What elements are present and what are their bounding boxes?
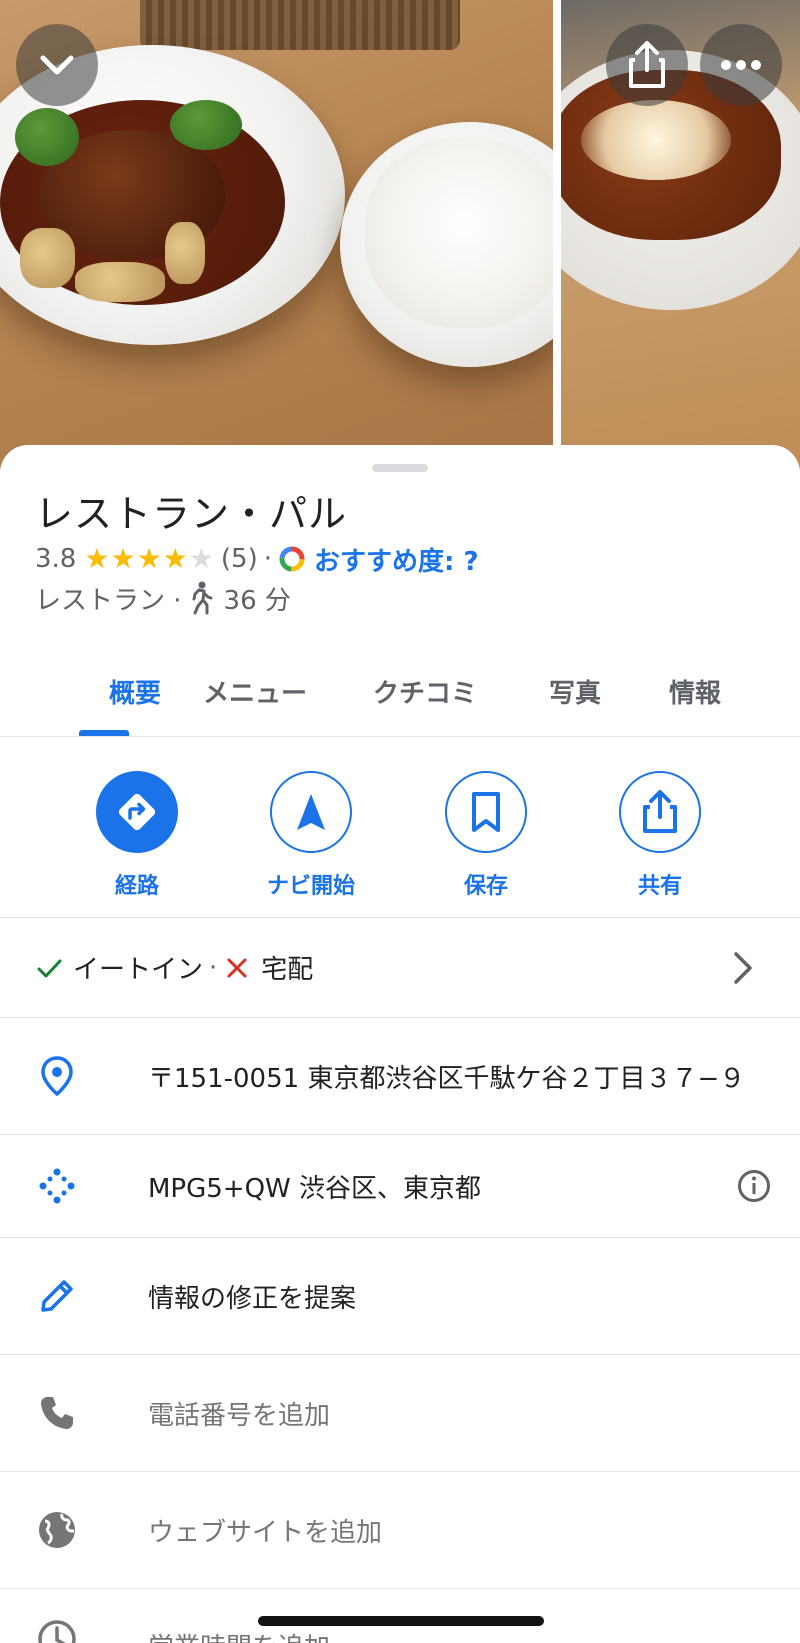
place-title: レストラン・パル xyxy=(35,492,348,536)
tab-bar: 概要 メニュー クチコミ 写真 情報 xyxy=(0,645,800,737)
plus-code-icon xyxy=(33,1162,81,1210)
recommend-score-link[interactable]: おすすめ度: ? xyxy=(314,541,479,578)
share-icon xyxy=(629,41,665,88)
save-label: 保存 xyxy=(463,874,508,899)
star-filled-icon: ★ xyxy=(136,542,162,575)
place-sheet: レストラン・パル 3.8 ★ ★ ★ ★ ★ (5) · おすすめ度: ? レストラン … xyxy=(0,445,800,1643)
start-navigation-button-circle[interactable] xyxy=(270,771,352,853)
home-indicator[interactable] xyxy=(258,1616,544,1626)
more-horizontal-icon xyxy=(721,60,761,70)
directions-label: 経路 xyxy=(114,874,159,899)
drag-handle[interactable] xyxy=(372,464,428,472)
address-row[interactable]: 〒151-0051 東京都渋谷区千駄ケ谷２丁目３７−９ xyxy=(0,1018,800,1135)
delivery-label: 宅配 xyxy=(261,955,314,985)
location-pin-icon xyxy=(33,1052,81,1100)
potato-image-detail xyxy=(165,222,205,284)
star-filled-icon: ★ xyxy=(110,542,136,575)
add-phone-text: 電話番号を追加 xyxy=(148,1400,331,1431)
directions-button[interactable]: 経路 xyxy=(52,738,222,918)
save-button-circle[interactable] xyxy=(445,771,527,853)
share-place-button[interactable]: 共有 xyxy=(575,738,745,918)
add-phone-row[interactable]: 電話番号を追加 xyxy=(0,1355,800,1472)
bookmark-icon xyxy=(472,792,500,832)
basket-image-detail xyxy=(140,0,460,50)
rating-row[interactable]: 3.8 ★ ★ ★ ★ ★ (5) · おすすめ度: ? xyxy=(35,539,479,579)
info-icon[interactable] xyxy=(736,1168,772,1204)
share-label: 共有 xyxy=(637,874,682,899)
separator: · xyxy=(263,544,273,574)
check-icon xyxy=(37,959,62,977)
photo-divider xyxy=(553,0,561,470)
navigation-arrow-icon xyxy=(297,794,325,830)
star-filled-icon: ★ xyxy=(162,542,188,575)
directions-icon xyxy=(118,793,156,831)
suggest-edit-text: 情報の修正を提案 xyxy=(148,1283,357,1314)
tab-overview[interactable]: 概要 xyxy=(60,645,210,737)
phone-icon xyxy=(33,1389,81,1437)
rating-value: 3.8 xyxy=(35,544,77,574)
walking-icon xyxy=(192,581,213,615)
broccoli-image-detail xyxy=(15,108,79,166)
cheese-sauce-image-detail xyxy=(581,100,731,180)
photo-carousel[interactable] xyxy=(0,0,800,470)
add-website-row[interactable]: ウェブサイトを追加 xyxy=(0,1472,800,1589)
service-options: イートイン · 宅配 xyxy=(35,949,313,986)
clock-icon xyxy=(33,1615,81,1643)
potato-image-detail xyxy=(20,228,75,288)
google-logo-icon xyxy=(279,546,305,572)
tab-reviews[interactable]: クチコミ xyxy=(360,645,490,737)
action-buttons: 経路 ナビ開始 保存 共有 xyxy=(0,738,800,918)
save-button[interactable]: 保存 xyxy=(401,738,571,918)
address-text: 〒151-0051 東京都渋谷区千駄ケ谷２丁目３７−９ xyxy=(148,1063,746,1094)
collapse-button[interactable] xyxy=(16,24,98,106)
chevron-down-icon xyxy=(40,55,74,75)
star-rating: ★ ★ ★ ★ ★ xyxy=(84,545,215,573)
service-options-row[interactable]: イートイン · 宅配 xyxy=(0,918,800,1018)
active-tab-indicator xyxy=(79,730,129,736)
share-place-button-circle[interactable] xyxy=(619,771,701,853)
broccoli-image-detail xyxy=(170,100,242,150)
potato-image-detail xyxy=(75,262,165,302)
tab-menu[interactable]: メニュー xyxy=(190,645,320,737)
place-category: レストラン · xyxy=(35,585,182,616)
plus-code-row[interactable]: MPG5+QW 渋谷区、東京都 xyxy=(0,1135,800,1238)
star-filled-icon: ★ xyxy=(84,542,110,575)
suggest-edit-row[interactable]: 情報の修正を提案 xyxy=(0,1238,800,1355)
tab-photos[interactable]: 写真 xyxy=(520,645,630,737)
separator: · xyxy=(209,952,218,983)
review-count: (5) xyxy=(220,544,258,574)
tab-info[interactable]: 情報 xyxy=(645,645,745,737)
start-navigation-label: ナビ開始 xyxy=(266,874,355,899)
place-details-screen: レストラン・パル 3.8 ★ ★ ★ ★ ★ (5) · おすすめ度: ? レストラン … xyxy=(0,0,800,1643)
add-website-text: ウェブサイトを追加 xyxy=(148,1517,383,1548)
share-icon xyxy=(643,790,677,833)
rice-image-detail xyxy=(365,138,553,328)
category-row: レストラン · 36 分 xyxy=(35,578,291,618)
pencil-icon xyxy=(33,1272,81,1320)
chevron-right-icon xyxy=(734,951,752,984)
more-options-button[interactable] xyxy=(700,24,782,106)
start-navigation-button[interactable]: ナビ開始 xyxy=(226,738,396,918)
dine-in-label: イートイン xyxy=(73,955,204,985)
share-button[interactable] xyxy=(606,24,688,106)
plus-code-text: MPG5+QW 渋谷区、東京都 xyxy=(148,1173,482,1204)
add-hours-text: 営業時間を追加 xyxy=(148,1627,330,1643)
star-empty-icon: ★ xyxy=(188,542,214,575)
cross-icon xyxy=(227,958,247,977)
globe-icon xyxy=(33,1506,81,1554)
directions-button-circle[interactable] xyxy=(96,771,178,853)
walk-time: 36 分 xyxy=(223,585,291,616)
